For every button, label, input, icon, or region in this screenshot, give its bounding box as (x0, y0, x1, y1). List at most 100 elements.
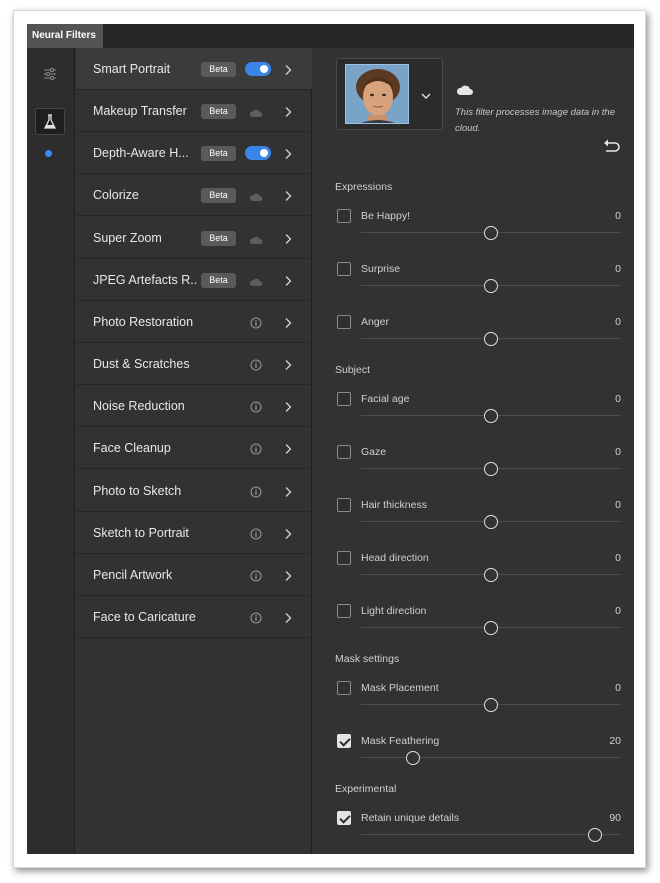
beta-badge: Beta (201, 230, 236, 246)
chevron-right-icon[interactable] (284, 400, 292, 418)
filter-item[interactable]: Makeup Transfer Beta (76, 90, 312, 133)
slider-value: 0 (615, 605, 621, 617)
filter-item[interactable]: Sketch to Portrait (76, 512, 312, 554)
filter-item[interactable]: Depth-Aware H... Beta (76, 132, 312, 175)
sliders-icon[interactable] (35, 60, 65, 87)
portrait-thumbnail (345, 64, 409, 124)
info-icon[interactable] (250, 400, 262, 418)
slider-checkbox[interactable] (337, 392, 351, 406)
info-icon[interactable] (250, 527, 262, 545)
chevron-right-icon[interactable] (284, 316, 292, 334)
filter-label: Colorize (93, 188, 139, 203)
filter-toggle[interactable] (245, 146, 271, 161)
slider-row: Facial age 0 (313, 392, 634, 442)
tab-neural-filters[interactable]: Neural Filters (27, 24, 103, 48)
chevron-right-icon[interactable] (284, 63, 292, 81)
portrait-preview-dropdown[interactable] (336, 58, 443, 130)
filter-item[interactable]: Colorize Beta (76, 174, 312, 217)
filter-item[interactable]: Photo Restoration (76, 301, 312, 343)
filter-item[interactable]: Dust & Scratches (76, 343, 312, 386)
filter-item[interactable]: Photo to Sketch (76, 470, 312, 512)
chevron-right-icon[interactable] (284, 274, 292, 292)
slider-checkbox[interactable] (337, 604, 351, 618)
slider-handle[interactable] (484, 462, 498, 476)
slider-handle[interactable] (484, 409, 498, 423)
flask-icon[interactable] (35, 108, 65, 135)
slider-track[interactable] (361, 757, 621, 758)
reset-icon[interactable] (603, 138, 621, 157)
slider-checkbox[interactable] (337, 811, 351, 825)
filter-item[interactable]: Noise Reduction (76, 385, 312, 428)
slider-handle[interactable] (484, 568, 498, 582)
slider-checkbox[interactable] (337, 315, 351, 329)
slider-handle[interactable] (484, 332, 498, 346)
slider-handle[interactable] (484, 621, 498, 635)
slider-handle[interactable] (484, 226, 498, 240)
slider-handle[interactable] (484, 515, 498, 529)
filter-label: Face Cleanup (93, 441, 171, 456)
slider-handle[interactable] (588, 828, 602, 842)
slider-track[interactable] (361, 834, 621, 835)
filter-label: Photo to Sketch (93, 483, 182, 498)
chevron-right-icon[interactable] (284, 358, 292, 376)
chevron-right-icon[interactable] (284, 105, 292, 123)
beta-badge: Beta (201, 104, 236, 120)
slider-handle[interactable] (406, 751, 420, 765)
slider-label: Gaze (361, 446, 387, 458)
filter-toggle[interactable] (245, 62, 271, 76)
filter-item[interactable]: Smart Portrait Beta (76, 48, 312, 90)
slider-row: Light direction 0 (313, 604, 634, 654)
filter-label: Sketch to Portrait (93, 525, 189, 540)
cloud-download-icon[interactable] (249, 274, 263, 292)
filter-item[interactable]: Face Cleanup (76, 427, 312, 470)
slider-checkbox[interactable] (337, 445, 351, 459)
chevron-down-icon[interactable] (421, 87, 431, 105)
filter-label: Dust & Scratches (93, 357, 190, 372)
slider-checkbox[interactable] (337, 734, 351, 748)
cloud-download-icon[interactable] (249, 189, 263, 207)
slider-checkbox[interactable] (337, 681, 351, 695)
chevron-right-icon[interactable] (284, 485, 292, 503)
slider-handle[interactable] (484, 279, 498, 293)
filter-item[interactable]: Face to Caricature (76, 596, 312, 638)
chevron-right-icon[interactable] (284, 189, 292, 207)
filter-label: Pencil Artwork (93, 567, 173, 582)
slider-label: Retain unique details (361, 812, 460, 824)
chevron-right-icon[interactable] (284, 232, 292, 250)
filter-item[interactable]: Pencil Artwork (76, 554, 312, 596)
chevron-right-icon[interactable] (284, 569, 292, 587)
info-icon[interactable] (250, 358, 262, 376)
chevron-right-icon[interactable] (284, 611, 292, 629)
filter-item[interactable]: JPEG Artefacts R... Beta (76, 259, 312, 301)
cloud-download-icon[interactable] (249, 105, 263, 123)
slider-label: Head direction (361, 552, 429, 564)
slider-checkbox[interactable] (337, 551, 351, 565)
slider-handle[interactable] (484, 698, 498, 712)
chevron-right-icon[interactable] (284, 527, 292, 545)
slider-checkbox[interactable] (337, 209, 351, 223)
slider-row: Retain unique details 90 (313, 811, 634, 854)
filter-list: Smart Portrait Beta Makeup Transfer Beta Dep… (76, 48, 312, 854)
slider-checkbox[interactable] (337, 262, 351, 276)
chevron-right-icon[interactable] (284, 147, 292, 165)
info-icon[interactable] (250, 569, 262, 587)
info-icon[interactable] (250, 442, 262, 460)
beta-badge: Beta (201, 272, 236, 288)
slider-row: Be Happy! 0 (313, 209, 634, 259)
section-title: Experimental (335, 783, 397, 795)
info-icon[interactable] (250, 316, 262, 334)
slider-label: Mask Feathering (361, 735, 440, 747)
cloud-download-icon[interactable] (249, 232, 263, 250)
status-dot (45, 150, 52, 157)
slider-value: 20 (609, 735, 621, 747)
info-icon[interactable] (250, 485, 262, 503)
filter-label: Super Zoom (93, 230, 162, 245)
chevron-right-icon[interactable] (284, 442, 292, 460)
slider-row: Head direction 0 (313, 551, 634, 601)
slider-value: 0 (615, 393, 621, 405)
cloud-icon (456, 83, 474, 101)
filter-item[interactable]: Super Zoom Beta (76, 217, 312, 259)
filter-label: Makeup Transfer (93, 104, 187, 119)
info-icon[interactable] (250, 611, 262, 629)
slider-checkbox[interactable] (337, 498, 351, 512)
